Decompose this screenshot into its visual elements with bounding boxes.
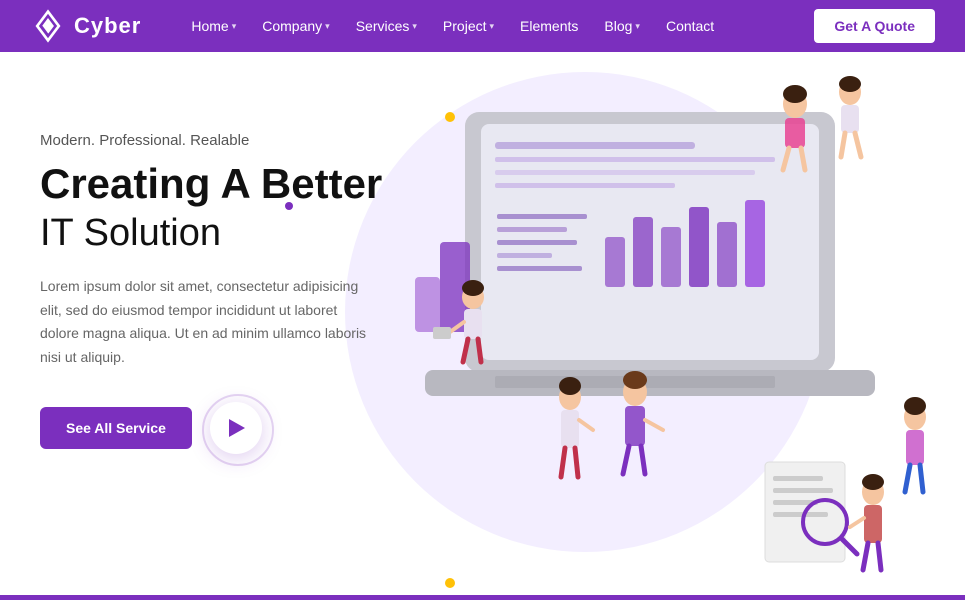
nav-project-arrow: ▾ [490,21,495,32]
nav-services-arrow: ▾ [412,21,417,32]
nav-elements-label: Elements [520,18,578,34]
nav-company-label: Company [262,18,322,34]
nav-home-arrow: ▾ [232,21,237,32]
play-button[interactable] [210,402,262,454]
logo-text: Cyber [74,13,141,39]
hero-content: Modern. Professional. Realable Creating … [40,132,382,454]
nav-home-label: Home [191,18,228,34]
get-quote-button[interactable]: Get A Quote [814,9,935,43]
navbar: Cyber Home ▾ Company ▾ Services ▾ Projec… [0,0,965,52]
nav-services-label: Services [356,18,410,34]
nav-item-project[interactable]: Project ▾ [433,12,504,40]
hero-section: Modern. Professional. Realable Creating … [0,52,965,600]
illustration-svg [405,62,945,592]
nav-item-blog[interactable]: Blog ▾ [594,12,650,40]
nav-project-label: Project [443,18,487,34]
hero-title-light: IT Solution [40,211,382,257]
nav-company-arrow: ▾ [325,21,330,32]
nav-item-services[interactable]: Services ▾ [346,12,427,40]
nav-item-home[interactable]: Home ▾ [181,12,246,40]
nav-contact-label: Contact [666,18,714,34]
nav-item-contact[interactable]: Contact [656,12,724,40]
nav-blog-arrow: ▾ [635,21,640,32]
nav-item-company[interactable]: Company ▾ [252,12,339,40]
nav-links: Home ▾ Company ▾ Services ▾ Project ▾ El… [181,12,804,40]
hero-title-bold: Creating A Better [40,161,382,207]
nav-item-elements[interactable]: Elements [510,12,588,40]
play-icon [229,419,245,437]
nav-blog-label: Blog [604,18,632,34]
see-all-service-button[interactable]: See All Service [40,407,192,449]
logo-area[interactable]: Cyber [30,8,141,44]
bottom-purple-bar [0,595,965,600]
hero-subtitle: Modern. Professional. Realable [40,132,382,149]
logo-icon [30,8,66,44]
hero-illustration [405,62,945,592]
hero-buttons: See All Service [40,402,382,454]
hero-body-text: Lorem ipsum dolor sit amet, consectetur … [40,275,380,370]
